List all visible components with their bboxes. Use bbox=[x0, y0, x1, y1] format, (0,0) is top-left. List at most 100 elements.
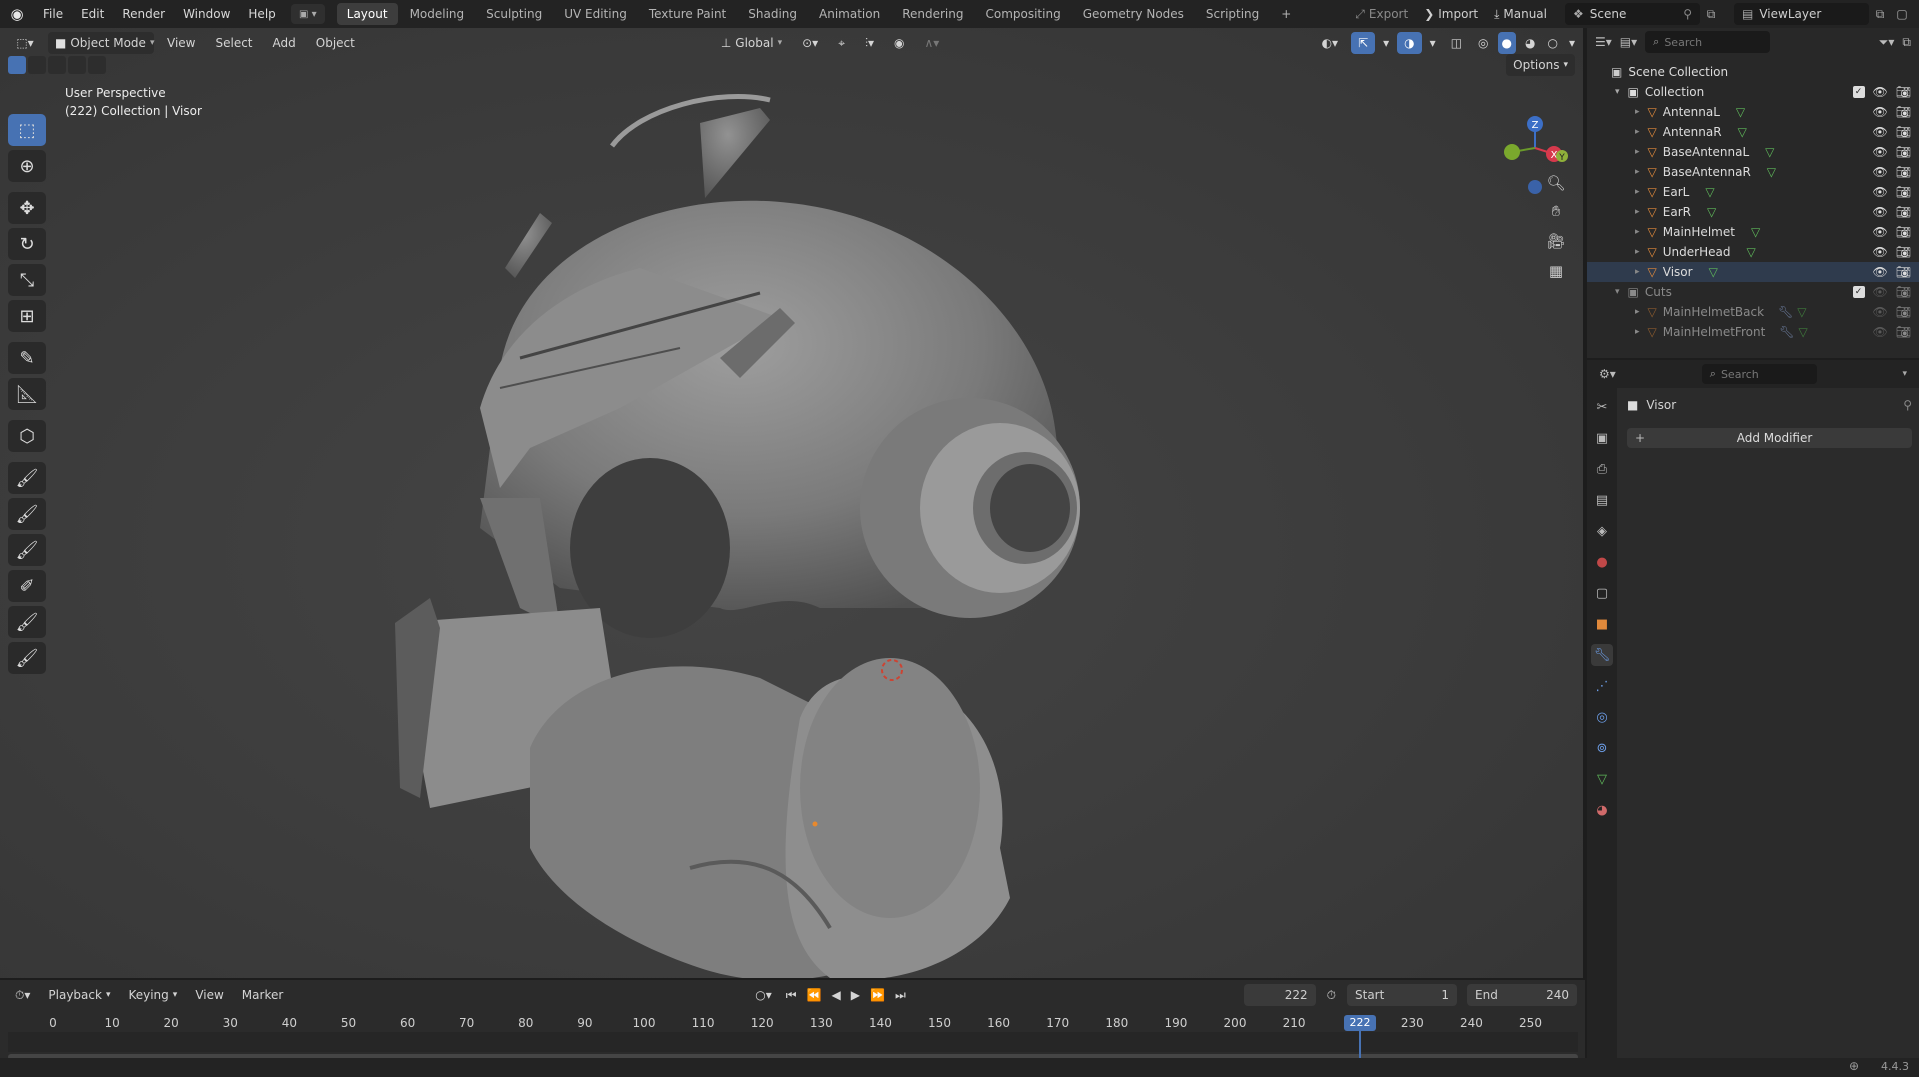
object-tab-icon[interactable]: ■ bbox=[1591, 613, 1613, 635]
camera-icon[interactable]: 📷︎ bbox=[1896, 285, 1911, 299]
pin-icon[interactable]: ⚲ bbox=[1683, 7, 1692, 21]
camera-icon[interactable]: 📷︎ bbox=[1896, 325, 1911, 339]
camera-icon[interactable]: 📷︎ bbox=[1896, 165, 1911, 179]
export-button[interactable]: ⤢ Export bbox=[1347, 3, 1416, 25]
outliner-object-earl[interactable]: ▸ ▽ EarL ▽ 👁︎ 📷︎ bbox=[1587, 182, 1919, 202]
chevron-right-icon[interactable]: ▸ bbox=[1635, 327, 1640, 337]
outliner-collection[interactable]: ▾ ▣ Collection ✓ 👁︎ 📷︎ bbox=[1587, 82, 1919, 102]
menu-edit[interactable]: Edit bbox=[72, 0, 113, 28]
modifier-tab-icon[interactable]: 🔧︎ bbox=[1591, 644, 1613, 666]
outliner-object-underhead[interactable]: ▸ ▽ UnderHead ▽ 👁︎ 📷︎ bbox=[1587, 242, 1919, 262]
eye-icon[interactable]: 👁︎ bbox=[1873, 225, 1888, 239]
properties-editor-type-icon[interactable]: ⚙▾ bbox=[1599, 367, 1616, 381]
view-layer-tab-icon[interactable]: ▤ bbox=[1591, 489, 1613, 511]
camera-icon[interactable]: 📷︎ bbox=[1896, 85, 1911, 99]
outliner-scene-collection[interactable]: ▣ Scene Collection bbox=[1587, 62, 1919, 82]
add-modifier-button[interactable]: + Add Modifier bbox=[1627, 428, 1912, 448]
chevron-right-icon[interactable]: ▸ bbox=[1635, 227, 1640, 237]
outliner-search-field[interactable]: ⌕ Search bbox=[1645, 31, 1771, 53]
3d-viewport[interactable]: ⬚▾ ■ Object Mode ▾ View Select Add Objec… bbox=[0, 28, 1585, 978]
outliner-object-antennar[interactable]: ▸ ▽ AntennaR ▽ 👁︎ 📷︎ bbox=[1587, 122, 1919, 142]
viewlayer-selector[interactable]: ▤ ViewLayer bbox=[1734, 3, 1869, 25]
new-collection-icon[interactable]: ⧉ bbox=[1902, 35, 1911, 50]
new-viewlayer-icon[interactable]: ⧉ bbox=[1869, 7, 1891, 22]
chevron-right-icon[interactable]: ▸ bbox=[1635, 207, 1640, 217]
outliner-object-antennal[interactable]: ▸ ▽ AntennaL ▽ 👁︎ 📷︎ bbox=[1587, 102, 1919, 122]
menu-playback[interactable]: Playback ▾ bbox=[41, 984, 117, 1006]
tool-tab-icon[interactable]: ✂ bbox=[1591, 396, 1613, 418]
camera-icon[interactable]: 📷︎ bbox=[1896, 205, 1911, 219]
helmet-model[interactable] bbox=[0, 28, 1585, 978]
output-tab-icon[interactable]: ⎙ bbox=[1591, 458, 1613, 480]
menu-marker[interactable]: Marker bbox=[235, 984, 290, 1006]
jump-start-icon[interactable]: ⏮ bbox=[783, 984, 800, 1006]
eye-icon[interactable]: 👁︎ bbox=[1873, 125, 1888, 139]
jump-prev-keyframe-icon[interactable]: ⏪ bbox=[804, 984, 825, 1006]
blender-logo-icon[interactable]: ◉ bbox=[0, 0, 34, 28]
jump-end-icon[interactable]: ⏭ bbox=[892, 984, 909, 1006]
chevron-down-icon[interactable]: ▾ bbox=[1615, 87, 1620, 97]
tab-geometry-nodes[interactable]: Geometry Nodes bbox=[1073, 3, 1194, 25]
tab-scripting[interactable]: Scripting bbox=[1196, 3, 1269, 25]
chevron-right-icon[interactable]: ▸ bbox=[1635, 127, 1640, 137]
eye-icon[interactable]: 👁︎ bbox=[1873, 325, 1888, 339]
camera-icon[interactable]: 📷︎ bbox=[1896, 305, 1911, 319]
scene-selector[interactable]: ❖ Scene ⚲ bbox=[1565, 3, 1700, 25]
end-frame-field[interactable]: End 240 bbox=[1467, 984, 1577, 1006]
eye-icon[interactable]: 👁︎ bbox=[1873, 265, 1888, 279]
outliner-object-baseantennal[interactable]: ▸ ▽ BaseAntennaL ▽ 👁︎ 📷︎ bbox=[1587, 142, 1919, 162]
eye-icon[interactable]: 👁︎ bbox=[1873, 285, 1888, 299]
eye-icon[interactable]: 👁︎ bbox=[1873, 245, 1888, 259]
world-tab-icon[interactable]: ● bbox=[1591, 551, 1613, 573]
eye-icon[interactable]: 👁︎ bbox=[1873, 145, 1888, 159]
eye-icon[interactable]: 👁︎ bbox=[1873, 165, 1888, 179]
tab-texture-paint[interactable]: Texture Paint bbox=[639, 3, 736, 25]
outliner-object-visor[interactable]: ▸ ▽ Visor ▽ 👁︎ 📷︎ bbox=[1587, 262, 1919, 282]
jump-next-keyframe-icon[interactable]: ⏩ bbox=[867, 984, 888, 1006]
filter-icon[interactable]: ⏷▾ bbox=[1879, 35, 1895, 50]
outliner-object-earr[interactable]: ▸ ▽ EarR ▽ 👁︎ 📷︎ bbox=[1587, 202, 1919, 222]
outliner-object-mainhelmet[interactable]: ▸ ▽ MainHelmet ▽ 👁︎ 📷︎ bbox=[1587, 222, 1919, 242]
menu-timeline-view[interactable]: View bbox=[188, 984, 230, 1006]
timeline-scrub-area[interactable] bbox=[8, 1010, 1578, 1030]
menu-file[interactable]: File bbox=[34, 0, 72, 28]
eye-icon[interactable]: 👁︎ bbox=[1873, 305, 1888, 319]
timeline-editor-type-icon[interactable]: ⏱▾ bbox=[8, 984, 37, 1006]
chevron-down-icon[interactable]: ▾ bbox=[1902, 369, 1907, 379]
camera-icon[interactable]: 📷︎ bbox=[1896, 245, 1911, 259]
eye-icon[interactable]: 👁︎ bbox=[1873, 185, 1888, 199]
chevron-right-icon[interactable]: ▸ bbox=[1635, 267, 1640, 277]
import-button[interactable]: ❯ Import bbox=[1416, 3, 1486, 25]
pin-icon[interactable]: ⚲ bbox=[1903, 398, 1912, 412]
particles-tab-icon[interactable]: ⋰ bbox=[1591, 675, 1613, 697]
tab-sculpting[interactable]: Sculpting bbox=[476, 3, 552, 25]
manual-button[interactable]: ⤓ Manual bbox=[1486, 3, 1555, 25]
auto-key-icon[interactable]: ○▾ bbox=[748, 984, 779, 1006]
camera-icon[interactable]: 📷︎ bbox=[1896, 185, 1911, 199]
material-tab-icon[interactable]: ◕ bbox=[1591, 799, 1613, 821]
camera-icon[interactable]: 📷︎ bbox=[1896, 225, 1911, 239]
properties-search-field[interactable]: ⌕ Search bbox=[1701, 364, 1817, 384]
outliner-object-mainhelmetfront[interactable]: ▸ ▽ MainHelmetFront 🔧︎ ▽ 👁︎ 📷︎ bbox=[1587, 322, 1919, 342]
chevron-right-icon[interactable]: ▸ bbox=[1635, 107, 1640, 117]
scene-tab-icon[interactable]: ◈ bbox=[1591, 520, 1613, 542]
menu-help[interactable]: Help bbox=[239, 0, 284, 28]
menu-window[interactable]: Window bbox=[174, 0, 239, 28]
tab-compositing[interactable]: Compositing bbox=[975, 3, 1070, 25]
chevron-right-icon[interactable]: ▸ bbox=[1635, 167, 1640, 177]
add-workspace-button[interactable]: + bbox=[1271, 3, 1301, 25]
chevron-right-icon[interactable]: ▸ bbox=[1635, 247, 1640, 257]
menu-render[interactable]: Render bbox=[113, 0, 174, 28]
checkbox-icon[interactable]: ✓ bbox=[1852, 286, 1865, 298]
play-icon[interactable]: ▶ bbox=[848, 984, 863, 1006]
tab-rendering[interactable]: Rendering bbox=[892, 3, 973, 25]
menu-keying[interactable]: Keying ▾ bbox=[121, 984, 184, 1006]
current-frame-field[interactable]: 222 bbox=[1243, 984, 1316, 1006]
camera-icon[interactable]: 📷︎ bbox=[1896, 105, 1911, 119]
camera-icon[interactable]: 📷︎ bbox=[1896, 145, 1911, 159]
render-tab-icon[interactable]: ▣ bbox=[1591, 427, 1613, 449]
outliner-collection-cuts[interactable]: ▾ ▣ Cuts ✓ 👁︎ 📷︎ bbox=[1587, 282, 1919, 302]
playhead-label[interactable]: 222 bbox=[1344, 1015, 1376, 1031]
new-scene-icon[interactable]: ⧉ bbox=[1700, 7, 1722, 22]
outliner-object-mainhelmetback[interactable]: ▸ ▽ MainHelmetBack 🔧︎ ▽ 👁︎ 📷︎ bbox=[1587, 302, 1919, 322]
